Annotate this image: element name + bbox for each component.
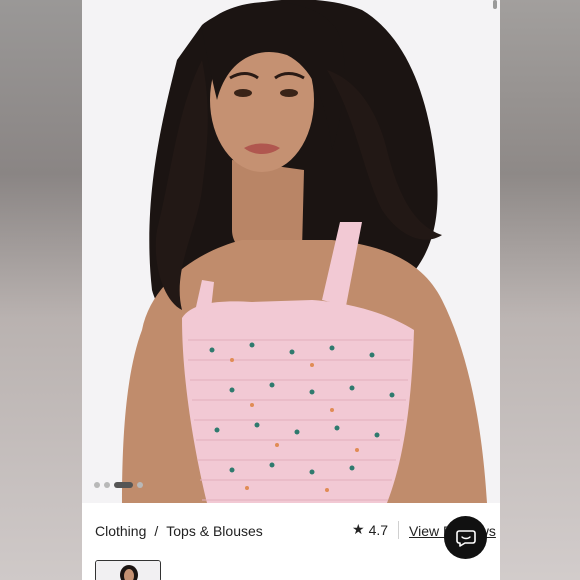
carousel-dot[interactable] xyxy=(94,482,100,488)
product-page: Clothing / Tops & Blouses ★ 4.7 View Rev… xyxy=(82,0,500,580)
chat-button[interactable] xyxy=(444,516,487,559)
thumbnail-strip xyxy=(82,559,500,580)
product-image[interactable] xyxy=(82,0,500,503)
divider xyxy=(398,521,399,539)
model-photo xyxy=(82,0,500,503)
right-backdrop xyxy=(500,0,580,580)
breadcrumb-separator: / xyxy=(154,523,159,539)
rating: ★ 4.7 xyxy=(352,521,388,538)
thumbnail-image[interactable] xyxy=(95,560,161,580)
carousel-dot-active[interactable] xyxy=(114,482,133,488)
left-backdrop xyxy=(0,0,82,580)
rating-value: 4.7 xyxy=(368,521,389,538)
star-icon: ★ xyxy=(352,521,365,537)
thumbnail-photo xyxy=(96,561,160,580)
breadcrumb: Clothing / Tops & Blouses xyxy=(95,523,263,539)
chat-bubble-icon xyxy=(455,529,476,547)
scrollbar-thumb[interactable] xyxy=(493,0,497,9)
carousel-dot[interactable] xyxy=(137,482,143,488)
product-info-bar: Clothing / Tops & Blouses ★ 4.7 View Rev… xyxy=(82,503,500,559)
carousel-dot[interactable] xyxy=(104,482,110,488)
breadcrumb-category[interactable]: Clothing xyxy=(95,523,146,539)
carousel-dots[interactable] xyxy=(94,482,143,488)
breadcrumb-subcategory[interactable]: Tops & Blouses xyxy=(166,523,263,539)
